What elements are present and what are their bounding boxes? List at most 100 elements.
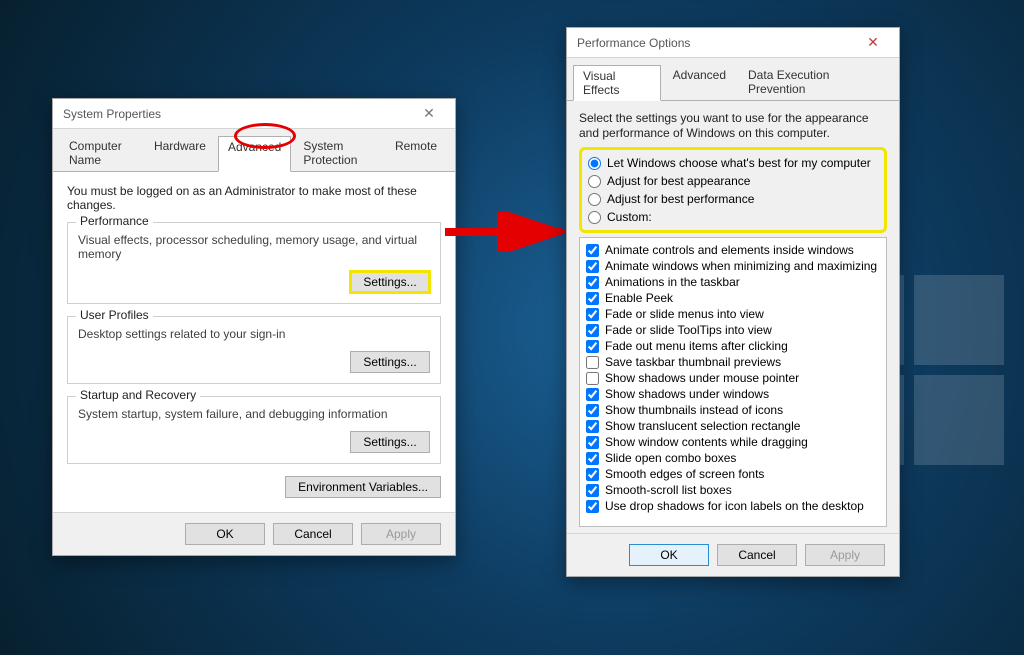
- titlebar[interactable]: System Properties ✕: [53, 99, 455, 129]
- checkbox-label: Show shadows under windows: [605, 387, 769, 401]
- group-performance: Performance Visual effects, processor sc…: [67, 222, 441, 304]
- group-legend: Startup and Recovery: [76, 388, 200, 402]
- checkbox[interactable]: [586, 500, 599, 513]
- list-item[interactable]: Show window contents while dragging: [586, 434, 880, 450]
- checkbox-label: Show thumbnails instead of icons: [605, 403, 783, 417]
- tab-hardware[interactable]: Hardware: [144, 135, 216, 171]
- list-item[interactable]: Slide open combo boxes: [586, 450, 880, 466]
- checkbox-label: Save taskbar thumbnail previews: [605, 355, 781, 369]
- tab-visual-effects[interactable]: Visual Effects: [573, 65, 661, 101]
- radio-label: Adjust for best performance: [607, 192, 754, 206]
- annotation-arrow: [443, 212, 573, 252]
- visual-effects-list[interactable]: Animate controls and elements inside win…: [579, 237, 887, 527]
- checkbox[interactable]: [586, 324, 599, 337]
- list-item[interactable]: Animate windows when minimizing and maxi…: [586, 258, 880, 274]
- checkbox-label: Enable Peek: [605, 291, 673, 305]
- tab-advanced[interactable]: Advanced: [663, 64, 736, 100]
- checkbox-label: Animate windows when minimizing and maxi…: [605, 259, 877, 273]
- checkbox[interactable]: [586, 404, 599, 417]
- list-item[interactable]: Animations in the taskbar: [586, 274, 880, 290]
- apply-button[interactable]: Apply: [361, 523, 441, 545]
- checkbox-label: Show shadows under mouse pointer: [605, 371, 799, 385]
- checkbox-label: Fade out menu items after clicking: [605, 339, 788, 353]
- radio-appearance[interactable]: Adjust for best appearance: [588, 172, 878, 190]
- group-legend: User Profiles: [76, 308, 153, 322]
- group-desc: Desktop settings related to your sign-in: [78, 327, 430, 341]
- list-item[interactable]: Show shadows under windows: [586, 386, 880, 402]
- dialog-title: Performance Options: [577, 36, 690, 50]
- checkbox-label: Smooth-scroll list boxes: [605, 483, 732, 497]
- list-item[interactable]: Fade or slide menus into view: [586, 306, 880, 322]
- dialog-title: System Properties: [63, 107, 161, 121]
- list-item[interactable]: Fade or slide ToolTips into view: [586, 322, 880, 338]
- group-desc: Visual effects, processor scheduling, me…: [78, 233, 430, 261]
- close-icon[interactable]: ✕: [853, 33, 893, 53]
- checkbox[interactable]: [586, 388, 599, 401]
- tab-bar: Computer Name Hardware Advanced System P…: [53, 129, 455, 172]
- checkbox[interactable]: [586, 308, 599, 321]
- checkbox[interactable]: [586, 420, 599, 433]
- apply-button[interactable]: Apply: [805, 544, 885, 566]
- system-properties-dialog: System Properties ✕ Computer Name Hardwa…: [52, 98, 456, 556]
- tab-computer-name[interactable]: Computer Name: [59, 135, 142, 171]
- checkbox[interactable]: [586, 340, 599, 353]
- checkbox[interactable]: [586, 436, 599, 449]
- tab-advanced[interactable]: Advanced: [218, 136, 291, 172]
- checkbox-label: Smooth edges of screen fonts: [605, 467, 764, 481]
- group-startup-recovery: Startup and Recovery System startup, sys…: [67, 396, 441, 464]
- group-user-profiles: User Profiles Desktop settings related t…: [67, 316, 441, 384]
- radio-auto[interactable]: Let Windows choose what's best for my co…: [588, 154, 878, 172]
- ok-button[interactable]: OK: [185, 523, 265, 545]
- radio-group: Let Windows choose what's best for my co…: [579, 147, 887, 233]
- dialog-button-bar: OK Cancel Apply: [53, 512, 455, 555]
- list-item[interactable]: Smooth-scroll list boxes: [586, 482, 880, 498]
- intro-text: Select the settings you want to use for …: [579, 111, 887, 141]
- checkbox[interactable]: [586, 452, 599, 465]
- checkbox-label: Show translucent selection rectangle: [605, 419, 800, 433]
- list-item[interactable]: Show translucent selection rectangle: [586, 418, 880, 434]
- ok-button[interactable]: OK: [629, 544, 709, 566]
- cancel-button[interactable]: Cancel: [273, 523, 353, 545]
- checkbox-label: Fade or slide ToolTips into view: [605, 323, 772, 337]
- list-item[interactable]: Fade out menu items after clicking: [586, 338, 880, 354]
- checkbox[interactable]: [586, 260, 599, 273]
- list-item[interactable]: Smooth edges of screen fonts: [586, 466, 880, 482]
- radio-label: Let Windows choose what's best for my co…: [607, 156, 871, 170]
- checkbox-label: Slide open combo boxes: [605, 451, 736, 465]
- list-item[interactable]: Show thumbnails instead of icons: [586, 402, 880, 418]
- checkbox[interactable]: [586, 484, 599, 497]
- titlebar[interactable]: Performance Options ✕: [567, 28, 899, 58]
- environment-variables-button[interactable]: Environment Variables...: [285, 476, 441, 498]
- list-item[interactable]: Animate controls and elements inside win…: [586, 242, 880, 258]
- list-item[interactable]: Use drop shadows for icon labels on the …: [586, 498, 880, 514]
- list-item[interactable]: Show shadows under mouse pointer: [586, 370, 880, 386]
- tab-system-protection[interactable]: System Protection: [293, 135, 383, 171]
- cancel-button[interactable]: Cancel: [717, 544, 797, 566]
- performance-options-dialog: Performance Options ✕ Visual Effects Adv…: [566, 27, 900, 577]
- checkbox-label: Animate controls and elements inside win…: [605, 243, 854, 257]
- performance-settings-button[interactable]: Settings...: [350, 271, 430, 293]
- list-item[interactable]: Save taskbar thumbnail previews: [586, 354, 880, 370]
- startup-settings-button[interactable]: Settings...: [350, 431, 430, 453]
- tab-remote[interactable]: Remote: [385, 135, 447, 171]
- checkbox[interactable]: [586, 244, 599, 257]
- dialog-button-bar: OK Cancel Apply: [567, 533, 899, 576]
- admin-note: You must be logged on as an Administrato…: [67, 184, 441, 212]
- radio-label: Adjust for best appearance: [607, 174, 750, 188]
- checkbox-label: Animations in the taskbar: [605, 275, 740, 289]
- radio-custom[interactable]: Custom:: [588, 208, 878, 226]
- checkbox[interactable]: [586, 468, 599, 481]
- group-desc: System startup, system failure, and debu…: [78, 407, 430, 421]
- tab-dep[interactable]: Data Execution Prevention: [738, 64, 891, 100]
- checkbox-label: Fade or slide menus into view: [605, 307, 764, 321]
- list-item[interactable]: Enable Peek: [586, 290, 880, 306]
- group-legend: Performance: [76, 214, 153, 228]
- close-icon[interactable]: ✕: [409, 104, 449, 124]
- checkbox[interactable]: [586, 276, 599, 289]
- user-profiles-settings-button[interactable]: Settings...: [350, 351, 430, 373]
- checkbox[interactable]: [586, 292, 599, 305]
- checkbox[interactable]: [586, 372, 599, 385]
- tab-bar: Visual Effects Advanced Data Execution P…: [567, 58, 899, 101]
- radio-performance[interactable]: Adjust for best performance: [588, 190, 878, 208]
- checkbox[interactable]: [586, 356, 599, 369]
